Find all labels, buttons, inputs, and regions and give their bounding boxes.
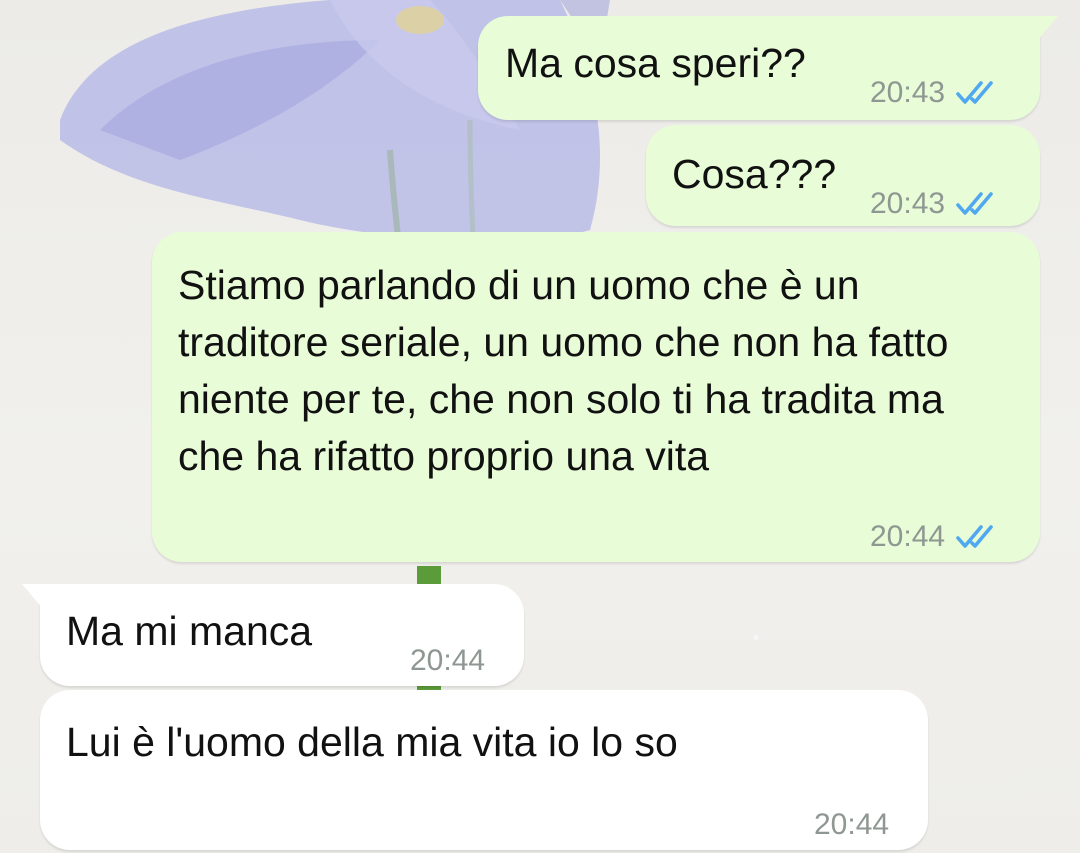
message-text: Ma mi manca bbox=[66, 608, 313, 654]
incoming-message[interactable]: Lui è l'uomo della mia vita io lo so 20:… bbox=[40, 690, 928, 850]
message-time: 20:43 bbox=[870, 187, 946, 220]
message-time: 20:44 bbox=[410, 644, 486, 677]
message-text: Ma cosa speri?? bbox=[505, 40, 806, 86]
message-meta: 20:44 bbox=[870, 508, 999, 565]
message-text: Cosa??? bbox=[672, 151, 837, 197]
bubble-tail bbox=[1036, 16, 1058, 42]
message-time: 20:43 bbox=[870, 76, 946, 109]
outgoing-message[interactable]: Stiamo parlando di un uomo che è un trad… bbox=[152, 232, 1040, 562]
message-text: Stiamo parlando di un uomo che è un trad… bbox=[178, 262, 960, 479]
double-check-read-icon bbox=[956, 524, 993, 548]
message-time: 20:44 bbox=[814, 808, 890, 841]
message-meta: 20:43 bbox=[870, 64, 999, 121]
message-time: 20:44 bbox=[870, 520, 946, 553]
outgoing-message[interactable]: Cosa??? 20:43 bbox=[646, 125, 1040, 226]
outgoing-message[interactable]: Ma cosa speri?? 20:43 bbox=[478, 16, 1058, 121]
message-text: Lui è l'uomo della mia vita io lo so bbox=[66, 719, 678, 765]
double-check-read-icon bbox=[956, 80, 993, 104]
bubble-tail bbox=[22, 584, 44, 610]
double-check-read-icon bbox=[956, 191, 993, 215]
incoming-message[interactable]: Ma mi manca 20:44 bbox=[22, 584, 524, 689]
message-meta: 20:44 bbox=[410, 632, 485, 689]
conversation: Ma cosa speri?? 20:43 Cosa??? 20:43 Stia… bbox=[0, 0, 1080, 850]
message-meta: 20:43 bbox=[870, 175, 999, 232]
message-meta: 20:44 bbox=[814, 796, 889, 853]
